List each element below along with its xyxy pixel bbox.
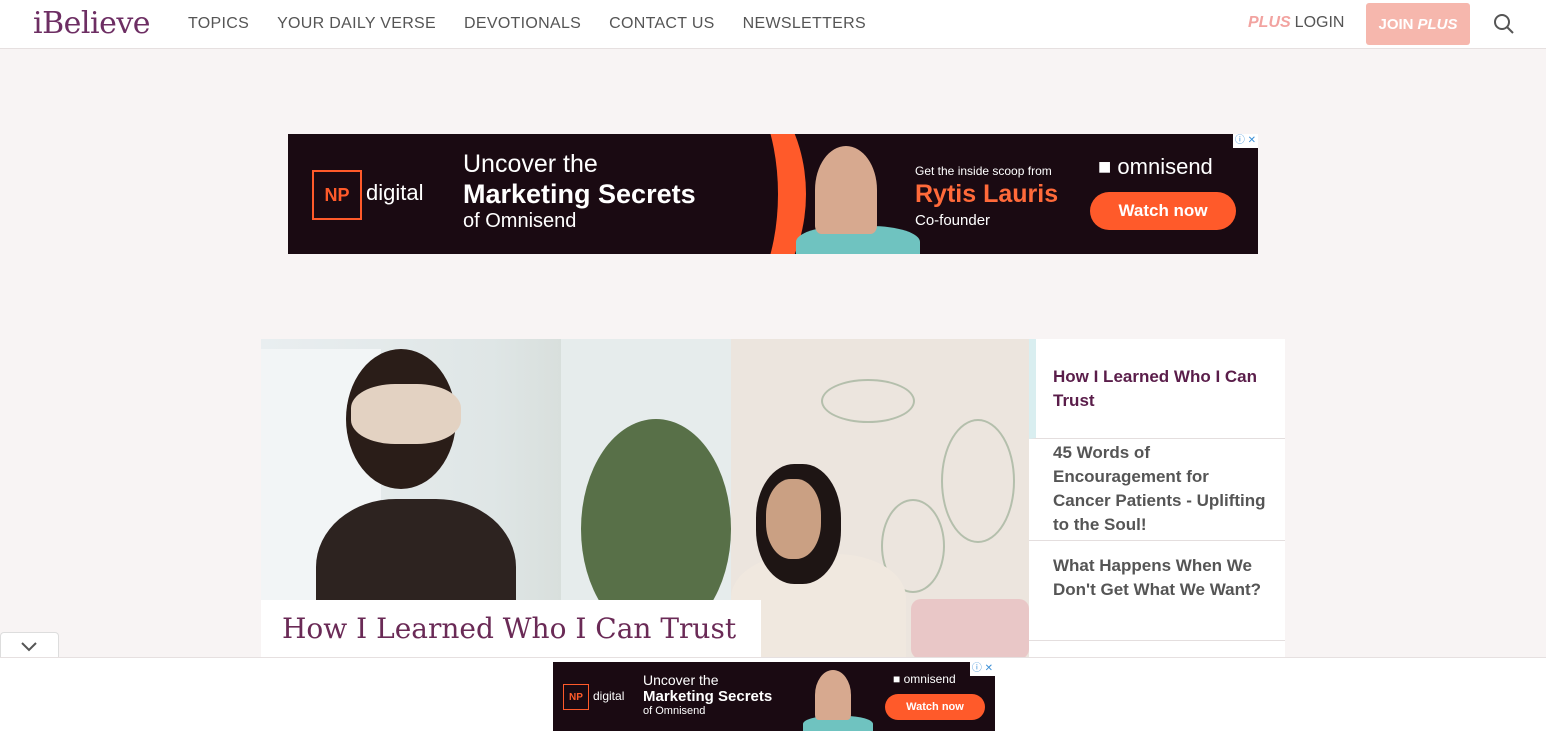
join-plus-button[interactable]: JOIN PLUS — [1366, 3, 1470, 45]
search-icon[interactable] — [1493, 13, 1515, 35]
top-banner-ad[interactable]: NP digital Uncover the Marketing Secrets… — [288, 134, 1258, 254]
ad-headline: Uncover the Marketing Secrets of Omnisen… — [643, 672, 772, 718]
plus-login-link[interactable]: PLUS LOGIN — [1248, 14, 1344, 32]
ad-close-icon[interactable]: ⓘ ✕ — [1232, 134, 1258, 148]
ad-person-photo — [815, 670, 851, 720]
chair — [911, 599, 1029, 657]
wall-leaf — [941, 419, 1015, 543]
chevron-down-icon — [21, 642, 37, 652]
ad-watch-now-button[interactable]: Watch now — [1090, 192, 1236, 230]
featured-title: How I Learned Who I Can Trust — [282, 612, 737, 645]
list-item[interactable]: 45 Words of Encouragement for Cancer Pat… — [1029, 439, 1285, 541]
list-item-title: What Happens When We Don't Get What We W… — [1053, 556, 1262, 599]
list-item[interactable]: What Happens When We Don't Get What We W… — [1029, 540, 1285, 641]
login-label: LOGIN — [1294, 14, 1345, 31]
site-header: iBelieve TOPICS YOUR DAILY VERSE DEVOTIO… — [0, 0, 1546, 49]
ad-watch-now-button[interactable]: Watch now — [885, 694, 985, 720]
join-plus-label: PLUS — [1417, 15, 1458, 33]
nav-topics[interactable]: TOPICS — [188, 15, 249, 33]
site-logo[interactable]: iBelieve — [33, 6, 151, 41]
featured-caption[interactable]: How I Learned Who I Can Trust — [261, 600, 761, 657]
list-item-title: 45 Words of Encouragement for Cancer Pat… — [1053, 443, 1266, 534]
featured-article-list: How I Learned Who I Can Trust 45 Words o… — [1029, 339, 1285, 657]
ad-orange-arc — [638, 134, 806, 254]
ad-speaker-name: Rytis Lauris — [915, 180, 1059, 208]
np-digital-logo: NP — [563, 684, 589, 710]
login-plus-label: PLUS — [1248, 14, 1291, 31]
main-nav: TOPICS YOUR DAILY VERSE DEVOTIONALS CONT… — [188, 0, 894, 48]
ad-speaker-role: Co-founder — [915, 212, 991, 229]
featured-article-image[interactable]: How I Learned Who I Can Trust — [261, 339, 1029, 657]
ad-headline-line3: of Omnisend — [643, 705, 706, 718]
np-digital-logo: NP — [312, 170, 362, 220]
nav-daily-verse[interactable]: YOUR DAILY VERSE — [277, 15, 436, 33]
nav-devotionals[interactable]: DEVOTIONALS — [464, 15, 581, 33]
woman-right-face — [766, 479, 821, 559]
ad-close-icon[interactable]: ⓘ ✕ — [969, 662, 995, 676]
np-digital-text: digital — [593, 689, 625, 703]
omnisend-logo-icon: ■ — [1098, 154, 1118, 179]
head-wrap — [351, 384, 461, 444]
ad-person-photo — [815, 146, 877, 234]
ad-headline-line2: Marketing Secrets — [643, 688, 773, 706]
nav-contact-us[interactable]: CONTACT US — [609, 15, 715, 33]
collapse-ad-button[interactable] — [0, 632, 59, 659]
wall-leaf — [821, 379, 915, 423]
ad-headline-line1: Uncover the — [643, 672, 719, 688]
join-label: JOIN — [1378, 15, 1414, 33]
list-item-title: How I Learned Who I Can Trust — [1053, 367, 1258, 410]
omnisend-logo-icon: ■ — [893, 672, 904, 686]
np-digital-text: digital — [366, 180, 424, 205]
list-item[interactable]: How I Learned Who I Can Trust — [1029, 339, 1285, 439]
ad-brand: ■ omnisend — [1098, 154, 1213, 179]
bottom-banner-ad[interactable]: NP digital Uncover the Marketing Secrets… — [553, 662, 995, 731]
nav-newsletters[interactable]: NEWSLETTERS — [743, 15, 866, 33]
ad-scoop-text: Get the inside scoop from — [915, 164, 1052, 178]
ad-brand: ■ omnisend — [893, 672, 956, 686]
